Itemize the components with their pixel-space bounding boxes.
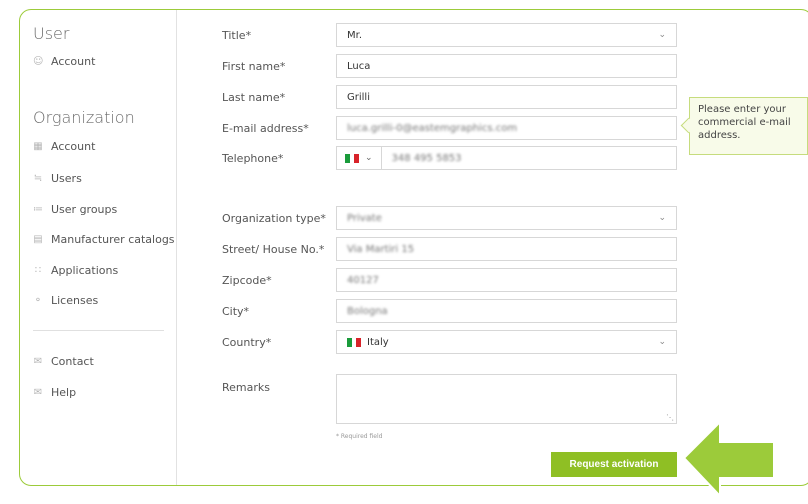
email-field[interactable]: luca.grilli-0@eastemgraphics.com [336,116,677,140]
city-value: Bologna [347,305,388,317]
organization-section-heading: Organization [33,108,135,127]
city-field[interactable]: Bologna [336,299,677,323]
sidebar-item-org-account[interactable]: ▦ Account [33,140,95,153]
sidebar-item-label: Applications [51,264,119,277]
italy-flag-icon [347,337,362,347]
sidebar-item-label: Account [51,55,96,68]
sidebar-item-label: Manufacturer catalogs [51,233,175,246]
chevron-down-icon: ⌄ [658,337,666,347]
sidebar-item-label: Help [51,386,77,399]
first-name-field[interactable]: Luca [336,54,677,78]
key-icon: ⚬ [33,294,43,306]
resize-handle-icon[interactable]: ⋱ [666,413,674,422]
organization-type-value: Private [347,212,382,224]
sidebar-item-licenses[interactable]: ⚬ Licenses [33,294,98,307]
zipcode-field[interactable]: 40127 [336,268,677,292]
user-groups-icon: ≔ [33,203,43,215]
telephone-field[interactable]: ⌄ 348 495 5853 [336,146,677,170]
catalog-icon: ▤ [33,233,43,245]
request-activation-button[interactable]: Request activation [551,452,677,477]
required-field-note: * Required field [336,433,383,440]
street-label: Street/ House No.* [222,243,325,256]
sidebar-item-label: Account [51,140,96,153]
country-value: Italy [367,336,389,348]
remarks-label: Remarks [222,381,270,394]
last-name-field[interactable]: Grilli [336,85,677,109]
sidebar-item-user-groups[interactable]: ≔ User groups [33,203,117,216]
telephone-label: Telephone* [222,152,284,165]
sidebar-item-label: Users [51,172,82,185]
email-value: luca.grilli-0@eastemgraphics.com [347,122,518,134]
sidebar-item-applications[interactable]: ∷ Applications [33,264,118,277]
chevron-down-icon: ⌄ [365,153,373,163]
sidebar-divider [176,10,177,485]
country-select[interactable]: Italy ⌄ [336,330,677,354]
building-icon: ▦ [33,140,43,152]
last-name-value: Grilli [347,91,370,103]
sidebar-item-label: Licenses [51,294,99,307]
country-code-select[interactable]: ⌄ [345,147,382,169]
telephone-value: 348 495 5853 [391,152,462,164]
italy-flag-icon [345,153,360,163]
street-value: Via Martiri 15 [347,243,415,255]
sidebar-item-help[interactable]: ✉ Help [33,386,76,399]
sidebar-item-contact[interactable]: ✉ Contact [33,355,94,368]
first-name-value: Luca [347,60,371,72]
sidebar-item-manufacturer-catalogs[interactable]: ▤ Manufacturer catalogs [33,233,175,246]
pointer-arrow-icon [682,420,775,499]
users-icon: ≒ [33,172,43,184]
remarks-textarea[interactable]: ⋱ [336,374,677,424]
title-label: Title* [222,29,252,42]
zipcode-label: Zipcode* [222,274,272,287]
zipcode-value: 40127 [347,274,379,286]
title-select[interactable]: Mr. ⌄ [336,23,677,47]
title-value: Mr. [347,29,362,41]
first-name-label: First name* [222,60,286,73]
country-label: Country* [222,336,272,349]
city-label: City* [222,305,250,318]
organization-type-label: Organization type* [222,212,326,225]
user-section-heading: User [33,24,70,43]
organization-type-select[interactable]: Private ⌄ [336,206,677,230]
chevron-down-icon: ⌄ [658,30,666,40]
sidebar-item-label: User groups [51,203,118,216]
mail-icon: ✉ [33,355,43,367]
street-field[interactable]: Via Martiri 15 [336,237,677,261]
sidebar-item-label: Contact [51,355,94,368]
email-label: E-mail address* [222,122,309,135]
grid-icon: ∷ [34,264,42,276]
sidebar-item-user-account[interactable]: ☺ Account [33,55,95,68]
help-icon: ✉ [33,386,43,398]
sidebar-item-users[interactable]: ≒ Users [33,172,82,185]
sidebar-separator [33,330,164,331]
last-name-label: Last name* [222,91,286,104]
person-icon: ☺ [33,55,44,67]
email-hint-tooltip: Please enter your commercial e-mail addr… [689,97,808,155]
chevron-down-icon: ⌄ [658,213,666,223]
